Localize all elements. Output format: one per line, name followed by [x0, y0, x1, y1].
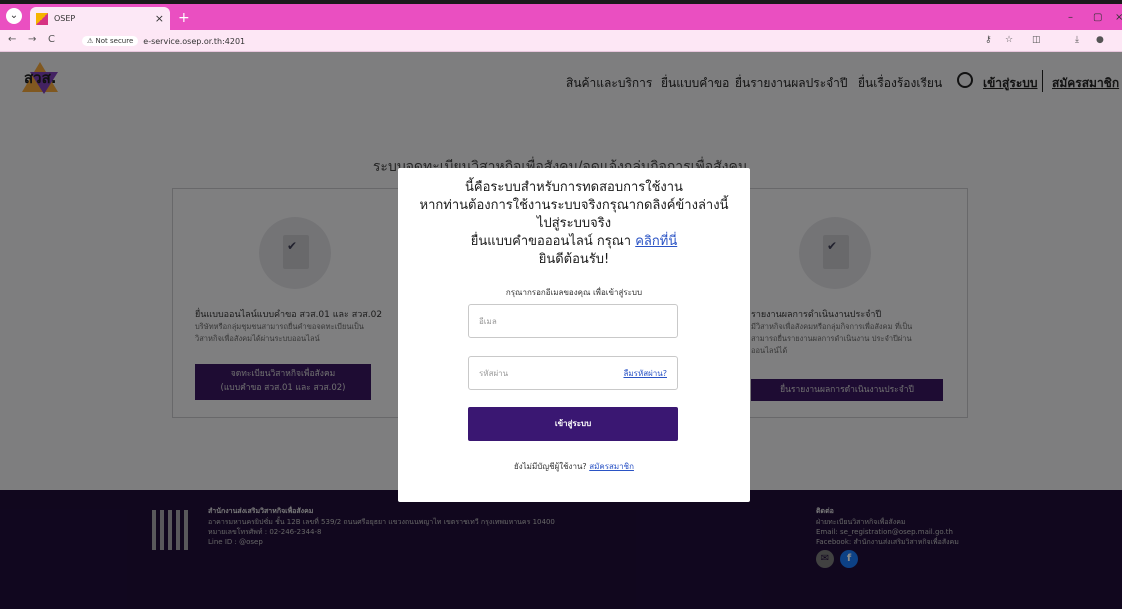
- email-placeholder: อีเมล: [479, 316, 497, 326]
- password-placeholder: รหัสผ่าน: [479, 368, 509, 378]
- minimize-icon[interactable]: –: [1068, 12, 1073, 23]
- modal-online-request-text: ยื่นแบบคำขอออนไลน์ กรุณา: [470, 234, 636, 249]
- url-text: e-service.osep.or.th:4201: [143, 36, 246, 46]
- login-modal: นี้คือระบบสำหรับการทดสอบการใช้งาน หากท่า…: [398, 168, 750, 502]
- key-icon[interactable]: ⚷: [985, 35, 992, 45]
- modal-register-link[interactable]: สมัครสมาชิก: [589, 462, 634, 471]
- tab-title: OSEP: [54, 14, 76, 23]
- url-field[interactable]: ⚠ Not secure e-service.osep.or.th:4201: [82, 33, 982, 49]
- no-account-text: ยังไม่มีบัญชีผู้ใช้งาน?: [514, 462, 587, 471]
- new-tab-icon[interactable]: +: [178, 10, 190, 26]
- tab-close-icon[interactable]: ×: [155, 12, 164, 25]
- maximize-icon[interactable]: ▢: [1093, 12, 1102, 23]
- not-secure-label: Not secure: [95, 37, 134, 45]
- modal-subtitle: กรุณากรอกอีเมลของคุณ เพื่อเข้าสู่ระบบ: [505, 288, 643, 297]
- browser-tab[interactable]: OSEP ×: [30, 7, 170, 30]
- tab-search-icon[interactable]: ⌄: [6, 8, 22, 24]
- email-field[interactable]: อีเมล: [468, 304, 678, 338]
- password-field[interactable]: รหัสผ่าน ลืมรหัสผ่าน?: [468, 356, 678, 390]
- address-bar: ← → C ⚠ Not secure e-service.osep.or.th:…: [0, 30, 1122, 52]
- forgot-password-link[interactable]: ลืมรหัสผ่าน?: [623, 367, 667, 380]
- extensions-icon[interactable]: ◫: [1032, 35, 1041, 45]
- modal-welcome: ยินดีต้อนรับ!: [538, 252, 610, 267]
- favicon-icon: [36, 12, 48, 25]
- login-button[interactable]: เข้าสู่ระบบ: [468, 407, 678, 441]
- not-secure-badge[interactable]: ⚠ Not secure: [82, 36, 139, 46]
- download-icon[interactable]: ⤓: [1075, 35, 1079, 45]
- back-icon[interactable]: ←: [8, 34, 16, 45]
- reload-icon[interactable]: C: [48, 34, 55, 45]
- modal-register-row: ยังไม่มีบัญชีผู้ใช้งาน? สมัครสมาชิก: [398, 460, 750, 473]
- close-window-icon[interactable]: ×: [1115, 12, 1122, 23]
- click-here-link[interactable]: คลิกที่นี่: [635, 234, 677, 249]
- profile-icon[interactable]: ●: [1096, 35, 1104, 45]
- star-icon[interactable]: ☆: [1005, 35, 1013, 45]
- forward-icon[interactable]: →: [28, 34, 36, 45]
- browser-tab-bar: ⌄ OSEP × + – ▢ ×: [0, 0, 1122, 30]
